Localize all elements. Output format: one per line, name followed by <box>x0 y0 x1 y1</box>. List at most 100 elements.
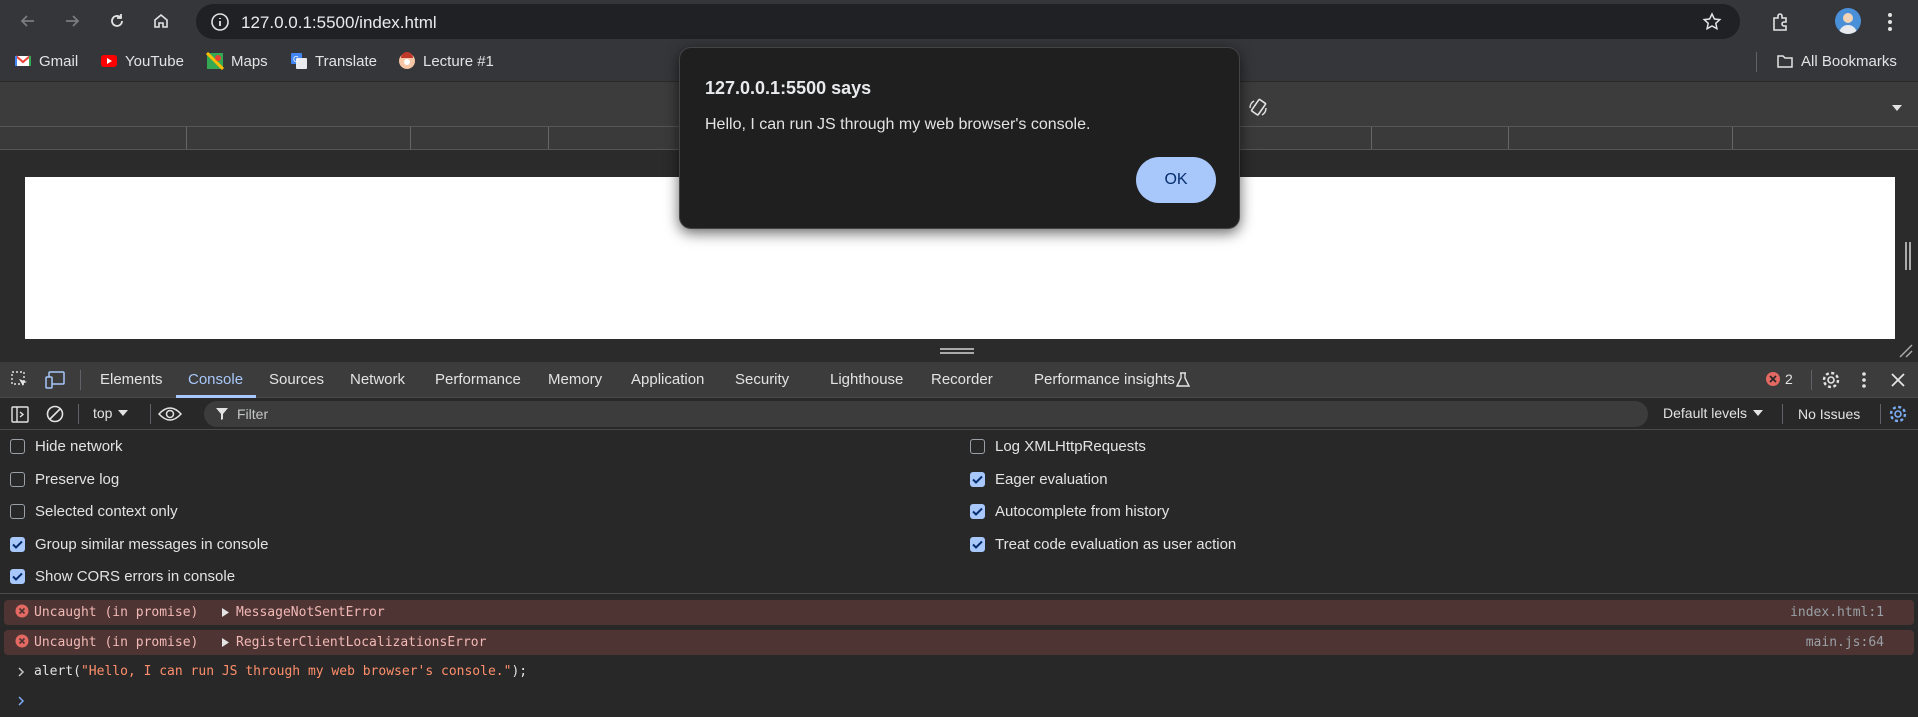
check-icon <box>972 507 983 516</box>
issues-button[interactable]: No Issues <box>1798 406 1860 422</box>
cors-errors-checkbox[interactable]: Show CORS errors in console <box>10 568 235 585</box>
filter-input[interactable]: Filter <box>204 401 1648 427</box>
inspect-element-icon[interactable] <box>11 371 29 389</box>
ruler-tick <box>548 127 549 149</box>
profile-avatar[interactable] <box>1835 8 1861 34</box>
clear-console-icon[interactable] <box>46 405 64 423</box>
command-close: ); <box>511 664 528 679</box>
hide-network-checkbox[interactable]: Hide network <box>10 438 123 455</box>
checkbox-checked <box>970 504 985 519</box>
log-levels-dropdown[interactable]: Default levels <box>1663 405 1764 421</box>
ruler-tick <box>1508 127 1509 149</box>
selected-context-checkbox[interactable]: Selected context only <box>10 503 178 520</box>
dialog-message: Hello, I can run JS through my web brows… <box>705 116 1091 133</box>
bookmark-maps[interactable]: Maps <box>206 52 268 70</box>
forward-button[interactable] <box>58 7 86 35</box>
expand-triangle-icon[interactable] <box>222 638 229 647</box>
eager-evaluation-checkbox[interactable]: Eager evaluation <box>970 471 1108 488</box>
extensions-icon[interactable] <box>1770 11 1792 33</box>
all-bookmarks-label: All Bookmarks <box>1801 52 1897 70</box>
devtools-panel: Elements Console Sources Network Perform… <box>0 362 1918 717</box>
error-source-link[interactable]: index.html:1 <box>1790 605 1884 620</box>
bookmark-gmail[interactable]: Gmail <box>14 52 78 70</box>
checkbox-checked <box>10 569 25 584</box>
checkbox-label: Group similar messages in console <box>35 536 269 553</box>
address-bar[interactable]: 127.0.0.1:5500/index.html <box>196 4 1740 39</box>
device-toggle-icon[interactable] <box>45 371 65 389</box>
gear-icon[interactable] <box>1821 370 1841 390</box>
arrow-right-icon <box>66 15 80 27</box>
checkbox-label: Selected context only <box>35 503 178 520</box>
maps-icon <box>206 52 224 70</box>
bookmark-lecture[interactable]: Lecture #1 <box>398 52 494 70</box>
bookmark-label: Gmail <box>39 52 79 70</box>
reload-icon <box>111 14 123 27</box>
rotate-icon[interactable] <box>1246 96 1270 120</box>
error-source-link[interactable]: main.js:64 <box>1806 635 1884 650</box>
log-xhr-checkbox[interactable]: Log XMLHttpRequests <box>970 438 1146 455</box>
autocomplete-history-checkbox[interactable]: Autocomplete from history <box>970 503 1169 520</box>
close-icon[interactable] <box>1891 373 1905 387</box>
check-icon <box>12 572 23 581</box>
person-icon <box>1839 13 1857 34</box>
context-label: top <box>93 405 113 421</box>
tab-lighthouse[interactable]: Lighthouse <box>830 371 903 388</box>
preserve-log-checkbox[interactable]: Preserve log <box>10 471 119 488</box>
all-bookmarks-button[interactable]: All Bookmarks <box>1776 52 1897 70</box>
expand-triangle-icon[interactable] <box>222 608 229 617</box>
ok-button[interactable]: OK <box>1136 157 1216 203</box>
menu-dots-icon[interactable] <box>1886 11 1894 33</box>
tab-network[interactable]: Network <box>350 371 405 388</box>
checkbox-checked <box>10 537 25 552</box>
more-icon[interactable] <box>1861 371 1867 389</box>
chevron-right-icon <box>18 666 25 677</box>
sidebar-toggle-icon[interactable] <box>11 406 29 423</box>
console-prompt-input[interactable] <box>18 691 1908 711</box>
dialog-title: 127.0.0.1:5500 says <box>705 78 872 98</box>
star-icon[interactable] <box>1702 12 1722 32</box>
home-button[interactable] <box>147 7 175 35</box>
checkbox-label: Log XMLHttpRequests <box>995 438 1146 455</box>
tab-security[interactable]: Security <box>735 371 789 388</box>
translate-icon: G <box>291 53 307 69</box>
group-similar-checkbox[interactable]: Group similar messages in console <box>10 536 268 553</box>
url-text: 127.0.0.1:5500/index.html <box>241 13 437 32</box>
back-button[interactable] <box>14 7 42 35</box>
divider <box>78 404 79 424</box>
console-settings-icon[interactable] <box>1888 404 1908 424</box>
filter-icon <box>216 408 228 420</box>
svg-text:G: G <box>293 55 299 64</box>
bookmark-translate[interactable]: G Translate <box>290 52 377 70</box>
corner-resize-icon[interactable] <box>1898 343 1914 359</box>
side-resize-handle[interactable] <box>1898 236 1918 276</box>
console-error-row[interactable]: Uncaught (in promise) RegisterClientLoca… <box>4 630 1914 655</box>
arrow-left-icon <box>20 15 34 27</box>
divider <box>1782 404 1783 424</box>
checkbox <box>10 439 25 454</box>
error-counter[interactable]: 2 <box>1765 371 1793 387</box>
checkbox-label: Preserve log <box>35 471 120 488</box>
chevron-down-icon[interactable] <box>1891 104 1903 112</box>
tab-elements[interactable]: Elements <box>100 371 163 388</box>
treat-code-evaluation-checkbox[interactable]: Treat code evaluation as user action <box>970 536 1236 553</box>
devtools-tabs: Elements Console Sources Network Perform… <box>0 362 1918 398</box>
command-string: "Hello, I can run JS through my web brow… <box>80 664 512 679</box>
reload-button[interactable] <box>103 7 131 35</box>
divider <box>150 404 151 424</box>
context-selector[interactable]: top <box>93 405 129 421</box>
tab-console[interactable]: Console <box>188 371 243 388</box>
home-icon <box>154 13 168 28</box>
tab-performance[interactable]: Performance <box>435 371 521 388</box>
tab-recorder[interactable]: Recorder <box>931 371 993 388</box>
tab-application[interactable]: Application <box>631 371 704 388</box>
console-error-row[interactable]: Uncaught (in promise) MessageNotSentErro… <box>4 600 1914 625</box>
resize-handle[interactable] <box>940 348 974 354</box>
eye-icon[interactable] <box>158 406 182 422</box>
tab-memory[interactable]: Memory <box>548 371 602 388</box>
tab-performance-insights[interactable]: Performance insights <box>1034 371 1175 388</box>
bookmark-youtube[interactable]: YouTube <box>100 52 184 70</box>
bookmark-label: YouTube <box>125 52 184 70</box>
bookmark-label: Lecture #1 <box>423 52 494 70</box>
tab-sources[interactable]: Sources <box>269 371 324 388</box>
checkbox <box>10 504 25 519</box>
